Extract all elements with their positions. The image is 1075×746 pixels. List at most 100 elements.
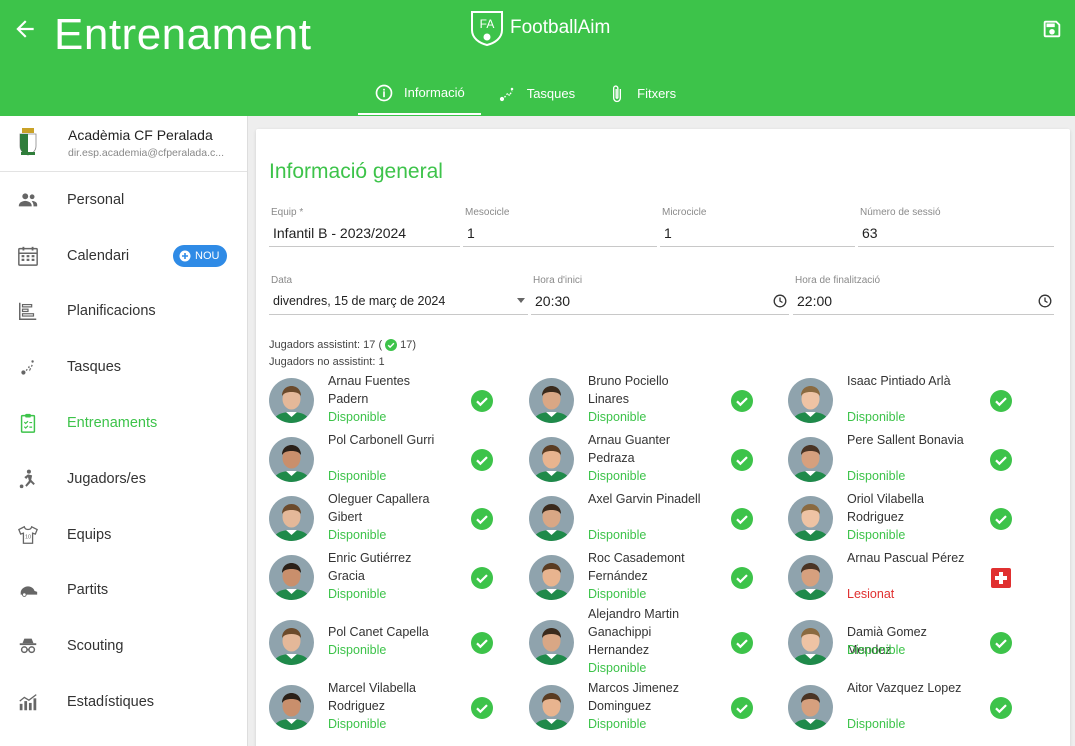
player-card[interactable]: Arnau Guanter Pedraza Disponible bbox=[529, 430, 769, 490]
sidebar-item-entrenaments[interactable]: Entrenaments bbox=[0, 395, 247, 451]
player-name: Pere Sallent Bonavia bbox=[847, 433, 964, 447]
check-circle-icon[interactable] bbox=[731, 390, 753, 412]
field-value: divendres, 15 de març de 2024 bbox=[273, 294, 446, 308]
dropdown-arrow-icon[interactable] bbox=[516, 295, 526, 305]
team-select[interactable]: Equip * Infantil B - 2023/2024 bbox=[269, 207, 460, 247]
player-card[interactable]: Pol Carbonell Gurri Disponible bbox=[269, 430, 509, 490]
player-card[interactable]: Arnau Fuentes Padern Disponible bbox=[269, 371, 509, 431]
sidebar-nav: Personal Calendari NOU Planificacions Ta… bbox=[0, 172, 247, 730]
sidebar-item-scouting[interactable]: Scouting bbox=[0, 618, 247, 674]
jersey-icon: 10 bbox=[17, 524, 39, 546]
sidebar: Acadèmia CF Peralada dir.esp.academia@cf… bbox=[0, 116, 248, 746]
clock-icon[interactable] bbox=[773, 294, 787, 308]
player-status: Disponible bbox=[588, 410, 647, 424]
player-card[interactable]: Enric Gutiérrez Gracia Disponible bbox=[269, 548, 509, 608]
player-card[interactable]: Oriol Vilabella Rodriguez Disponible bbox=[788, 489, 1028, 549]
tab-tasques[interactable]: Tasques bbox=[481, 72, 591, 115]
save-icon[interactable] bbox=[1041, 18, 1063, 40]
player-card[interactable]: Damià Gomez Mendez Disponible bbox=[788, 613, 1028, 673]
end-time-field[interactable]: Hora de finalització 22:00 bbox=[793, 275, 1054, 315]
add-circle-icon bbox=[179, 250, 191, 262]
check-circle-icon[interactable] bbox=[471, 449, 493, 471]
avatar bbox=[269, 378, 314, 423]
check-circle-icon[interactable] bbox=[990, 632, 1012, 654]
not-attending-text: Jugadors no assistint: 1 bbox=[269, 356, 385, 368]
check-circle-icon[interactable] bbox=[990, 508, 1012, 530]
back-arrow-icon[interactable] bbox=[12, 16, 38, 42]
player-name: Marcel Vilabella Rodriguez bbox=[328, 681, 417, 713]
player-card[interactable]: Roc Casademont Fernández Disponible bbox=[529, 548, 769, 608]
sidebar-item-equips[interactable]: 10 Equips bbox=[0, 507, 247, 563]
start-time-field[interactable]: Hora d'inici 20:30 bbox=[531, 275, 789, 315]
player-status: Disponible bbox=[847, 643, 906, 657]
field-value: 22:00 bbox=[797, 293, 833, 309]
player-status: Disponible bbox=[847, 469, 906, 483]
player-name: Arnau Fuentes Padern bbox=[328, 374, 410, 406]
check-circle-icon[interactable] bbox=[990, 697, 1012, 719]
player-card[interactable]: Alejandro Martin Ganachippi Hernandez Dis… bbox=[529, 607, 769, 675]
check-circle-icon[interactable] bbox=[731, 567, 753, 589]
player-status: Lesionat bbox=[847, 587, 895, 601]
player-card[interactable]: Isaac Pintiado Arlà Disponible bbox=[788, 371, 1028, 431]
player-name: Isaac Pintiado Arlà bbox=[847, 374, 951, 388]
clock-icon[interactable] bbox=[1038, 294, 1052, 308]
player-card[interactable]: Marcel Vilabella Rodriguez Disponible bbox=[269, 678, 509, 738]
brand-name: FootballAim bbox=[510, 17, 611, 38]
player-status: Disponible bbox=[328, 643, 387, 657]
sidebar-item-tasques[interactable]: Tasques bbox=[0, 339, 247, 395]
attending-suffix: 17) bbox=[400, 339, 417, 351]
avatar bbox=[529, 496, 574, 541]
medical-cross-icon[interactable] bbox=[990, 567, 1012, 589]
player-name: Bruno Pociello Linares bbox=[588, 374, 669, 406]
calendar-icon bbox=[17, 245, 39, 267]
badge-label: NOU bbox=[195, 249, 220, 262]
tab-fitxers[interactable]: Fitxers bbox=[591, 72, 692, 115]
check-circle-icon bbox=[385, 339, 398, 351]
clipboard-icon bbox=[17, 412, 39, 434]
check-circle-icon[interactable] bbox=[471, 390, 493, 412]
check-circle-icon[interactable] bbox=[731, 697, 753, 719]
player-card[interactable]: Arnau Pascual Pérez Lesionat bbox=[788, 548, 1028, 608]
sidebar-item-partits[interactable]: Partits bbox=[0, 563, 247, 619]
avatar bbox=[788, 685, 833, 730]
sidebar-item-planificacions[interactable]: Planificacions bbox=[0, 284, 247, 340]
check-circle-icon[interactable] bbox=[990, 449, 1012, 471]
check-circle-icon[interactable] bbox=[731, 508, 753, 530]
player-card[interactable]: Pere Sallent Bonavia Disponible bbox=[788, 430, 1028, 490]
check-circle-icon[interactable] bbox=[471, 567, 493, 589]
info-icon bbox=[375, 84, 393, 101]
microcicle-field[interactable]: Microcicle 1 bbox=[660, 207, 855, 247]
check-circle-icon[interactable] bbox=[471, 508, 493, 530]
date-select[interactable]: Data divendres, 15 de març de 2024 bbox=[269, 275, 528, 315]
club-crest-icon bbox=[19, 128, 37, 156]
sidebar-item-estadistiques[interactable]: Estadístiques bbox=[0, 674, 247, 730]
player-card[interactable]: Pol Canet Capella Disponible bbox=[269, 613, 509, 673]
session-number-field[interactable]: Número de sessió 63 bbox=[858, 207, 1054, 247]
field-label: Equip * bbox=[271, 207, 304, 218]
check-circle-icon[interactable] bbox=[471, 697, 493, 719]
player-card[interactable]: Aitor Vazquez Lopez Disponible bbox=[788, 678, 1028, 738]
sidebar-item-label: Calendari bbox=[67, 247, 130, 264]
player-card[interactable]: Axel Garvin Pinadell Disponible bbox=[529, 489, 769, 549]
check-circle-icon[interactable] bbox=[731, 632, 753, 654]
player-card[interactable]: Bruno Pociello Linares Disponible bbox=[529, 371, 769, 431]
check-circle-icon[interactable] bbox=[731, 449, 753, 471]
planning-icon bbox=[17, 300, 39, 322]
check-circle-icon[interactable] bbox=[471, 632, 493, 654]
sidebar-item-calendari[interactable]: Calendari NOU bbox=[0, 228, 247, 284]
player-name: Alejandro Martin Ganachippi Hernandez bbox=[588, 607, 680, 657]
player-name: Pol Carbonell Gurri bbox=[328, 433, 435, 447]
match-icon bbox=[17, 579, 39, 601]
svg-text:10: 10 bbox=[25, 534, 31, 540]
check-circle-icon[interactable] bbox=[990, 390, 1012, 412]
player-card[interactable]: Marcos Jimenez Dominguez Disponible bbox=[529, 678, 769, 738]
player-name: Arnau Pascual Pérez bbox=[847, 551, 965, 565]
not-attending-count: Jugadors no assistint: 1 bbox=[269, 356, 385, 368]
sidebar-item-jugadors[interactable]: Jugadors/es bbox=[0, 451, 247, 507]
player-card[interactable]: Oleguer Capallera Gibert Disponible bbox=[269, 489, 509, 549]
sidebar-item-personal[interactable]: Personal bbox=[0, 172, 247, 228]
tab-informacio[interactable]: Informació bbox=[358, 72, 481, 115]
mesocicle-field[interactable]: Mesocicle 1 bbox=[463, 207, 657, 247]
attending-count: Jugadors assistint: 17 ( 17) bbox=[269, 339, 416, 351]
org-header[interactable]: Acadèmia CF Peralada dir.esp.academia@cf… bbox=[0, 116, 247, 172]
